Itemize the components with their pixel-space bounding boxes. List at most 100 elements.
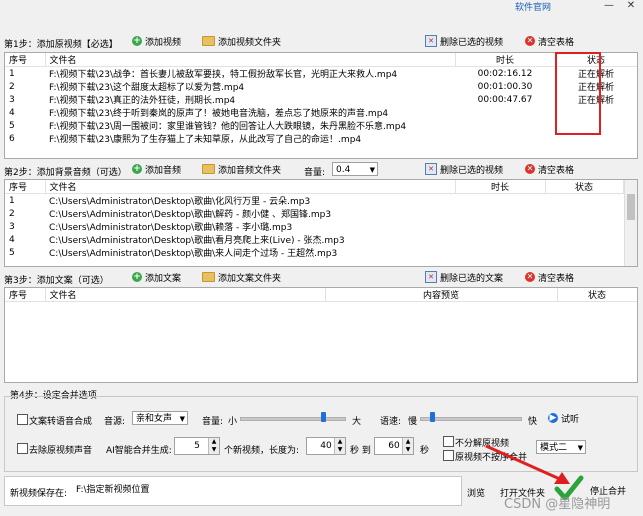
row-duration [455, 233, 545, 246]
row-duration [455, 132, 555, 145]
row-index: 4 [9, 107, 15, 118]
close-button[interactable]: ✕ [621, 0, 641, 12]
col-status: 状态 [557, 288, 637, 302]
voice-select[interactable]: 亲和女声 ▼ [132, 411, 188, 425]
table-row[interactable]: 3 F:\视频下载\23\真正的法外狂徒，刑期长.mp4 00:00:47.67 正在… [5, 93, 637, 107]
folder-icon [202, 36, 215, 46]
plus-icon: + [132, 272, 142, 282]
count-suffix-label: 个新视频，长度为: [224, 446, 300, 456]
col-filename: 文件名 [45, 288, 326, 302]
spin-down-icon[interactable]: ▼ [402, 446, 413, 454]
listen-button[interactable]: ▶ 试听 [548, 410, 579, 426]
video-table[interactable]: 序号 文件名 时长 状态 1 F:\视频下载\23\战争：首长妻儿被敌军要挟，特工… [4, 52, 638, 159]
row-filename: C:\Users\Administrator\Desktop\歌曲\来人间走个过… [49, 249, 338, 259]
add-video-button[interactable]: + 添加视频 [132, 33, 181, 49]
row-index: 1 [9, 68, 15, 79]
tts-volume-label: 音量: [202, 417, 224, 427]
tts-checkbox[interactable] [17, 414, 28, 425]
title-bar: 软件官网 — ✕ [0, 0, 643, 14]
row-filename: F:\视频下载\23\终于听到秦岚的原声了！被她电音洗脑，差点忘了她原来的声音.… [49, 109, 389, 119]
delete-selected-text-button[interactable]: ✕ 删除已选的文案 [425, 269, 503, 285]
status-highlight-box [555, 52, 601, 135]
row-duration: 00:02:16.12 [477, 68, 533, 79]
row-filename: F:\视频下载\23\这个甜度太超标了以爱为营.mp4 [49, 83, 245, 93]
official-site-link[interactable]: 软件官网 [515, 0, 551, 13]
length-from-input[interactable]: 40 ▲ ▼ [306, 437, 346, 455]
clear-table-button[interactable]: ✕ 清空表格 [525, 33, 574, 49]
delete-icon: ✕ [425, 271, 437, 283]
add-video-folder-button[interactable]: 添加视频文件夹 [202, 33, 281, 49]
volume-max-label: 大 [352, 417, 362, 427]
row-filename: F:\视频下载\23\康熙为了生存猫上了未知草原，从此改写了自己的命运！.mp4 [49, 135, 362, 145]
audio-table-scrollbar[interactable] [624, 180, 637, 266]
row-index: 5 [9, 120, 15, 131]
col-duration: 时长 [455, 53, 556, 67]
step1-label: 第1步：添加原视频【必选】 [4, 40, 118, 50]
col-filename: 文件名 [45, 53, 456, 67]
speed-slider[interactable] [420, 417, 522, 421]
no-split-checkbox[interactable] [443, 436, 454, 447]
col-content-preview: 内容预览 [325, 288, 558, 302]
table-row[interactable]: 5 F:\视频下载\23\周一围被问：家里谁管钱？他的回答让人大跌眼镜，朱丹黑脸不… [5, 119, 637, 133]
row-filename: C:\Users\Administrator\Desktop\歌曲\看月亮爬上来… [49, 236, 345, 246]
spin-up-icon[interactable]: ▲ [402, 438, 413, 446]
ai-merge-label: AI智能合并生成: [106, 446, 172, 456]
spin-down-icon[interactable]: ▼ [208, 446, 219, 454]
volume-select[interactable]: 0.4 ▼ [332, 162, 378, 176]
row-index: 1 [9, 195, 15, 206]
table-row[interactable]: 2 F:\视频下载\23\这个甜度太超标了以爱为营.mp4 00:01:00.30 正… [5, 80, 637, 94]
add-text-folder-button[interactable]: 添加文案文件夹 [202, 269, 281, 285]
table-row[interactable]: 6 F:\视频下载\23\康熙为了生存猫上了未知草原，从此改写了自己的命运！.mp… [5, 132, 637, 146]
tts-volume-slider[interactable] [240, 417, 346, 421]
speed-max-label: 快 [528, 417, 538, 427]
table-row[interactable]: 3 C:\Users\Administrator\Desktop\歌曲\赖落 - … [5, 220, 623, 234]
minimize-button[interactable]: — [599, 0, 619, 12]
table-row[interactable]: 1 C:\Users\Administrator\Desktop\歌曲\化风行万里… [5, 194, 623, 208]
row-filename: F:\视频下载\23\真正的法外狂徒，刑期长.mp4 [49, 96, 236, 106]
save-path-input[interactable]: F:\指定新视频位置 [72, 481, 462, 499]
text-table[interactable]: 序号 文件名 内容预览 状态 [4, 287, 638, 383]
add-text-button[interactable]: + 添加文案 [132, 269, 181, 285]
row-duration [455, 119, 555, 132]
table-row[interactable]: 4 C:\Users\Administrator\Desktop\歌曲\看月亮爬上… [5, 233, 623, 247]
table-row[interactable]: 5 C:\Users\Administrator\Desktop\歌曲\来人间走个… [5, 246, 623, 260]
add-audio-button[interactable]: + 添加音频 [132, 161, 181, 177]
col-duration: 时长 [455, 180, 546, 194]
sequential-checkbox[interactable] [443, 450, 454, 461]
red-arrow-annotation [485, 444, 570, 484]
row-filename: C:\Users\Administrator\Desktop\歌曲\赖落 - 李… [49, 223, 293, 233]
scrollbar-thumb[interactable] [627, 194, 635, 220]
table-row[interactable]: 4 F:\视频下载\23\终于听到秦岚的原声了！被她电音洗脑，差点忘了她原来的声音… [5, 106, 637, 120]
delete-icon: ✕ [425, 163, 437, 175]
step3-label: 第3步：添加文案（可选） [4, 276, 109, 286]
watermark: CSDN @星隐神明 [504, 497, 611, 512]
remove-audio-checkbox[interactable] [17, 443, 28, 454]
clear-audio-table-button[interactable]: ✕ 清空表格 [525, 161, 574, 177]
spin-up-icon[interactable]: ▲ [334, 438, 345, 446]
table-row[interactable]: 2 C:\Users\Administrator\Desktop\歌曲\解药 - … [5, 207, 623, 221]
voice-label: 音源: [104, 417, 126, 427]
delete-selected-audio-button[interactable]: ✕ 删除已选的视频 [425, 161, 503, 177]
length-to-input[interactable]: 60 ▲ ▼ [374, 437, 414, 455]
row-index: 3 [9, 221, 15, 232]
volume-label: 音量: [304, 168, 326, 178]
spin-down-icon[interactable]: ▼ [334, 446, 345, 454]
speed-label: 语速: [380, 417, 402, 427]
play-icon: ▶ [548, 413, 558, 423]
row-status [545, 246, 623, 259]
plus-icon: + [132, 164, 142, 174]
audio-table[interactable]: 序号 文件名 时长 状态 1 C:\Users\Administrator\Des… [4, 179, 638, 267]
delete-icon: ✕ [425, 35, 437, 47]
tts-volume-thumb[interactable] [321, 412, 326, 422]
spin-up-icon[interactable]: ▲ [208, 438, 219, 446]
row-filename: C:\Users\Administrator\Desktop\歌曲\化风行万里 … [49, 197, 311, 207]
clear-text-table-button[interactable]: ✕ 清空表格 [525, 269, 574, 285]
speed-thumb[interactable] [430, 412, 435, 422]
add-audio-folder-button[interactable]: 添加音频文件夹 [202, 161, 281, 177]
video-count-input[interactable]: 5 ▲ ▼ [174, 437, 220, 455]
row-index: 4 [9, 234, 15, 245]
row-duration [455, 106, 555, 119]
delete-selected-video-button[interactable]: ✕ 删除已选的视频 [425, 33, 503, 49]
table-row[interactable]: 1 F:\视频下载\23\战争：首长妻儿被敌军要挟，特工假扮敌军长官，光明正大来救… [5, 67, 637, 81]
row-duration [455, 220, 545, 233]
